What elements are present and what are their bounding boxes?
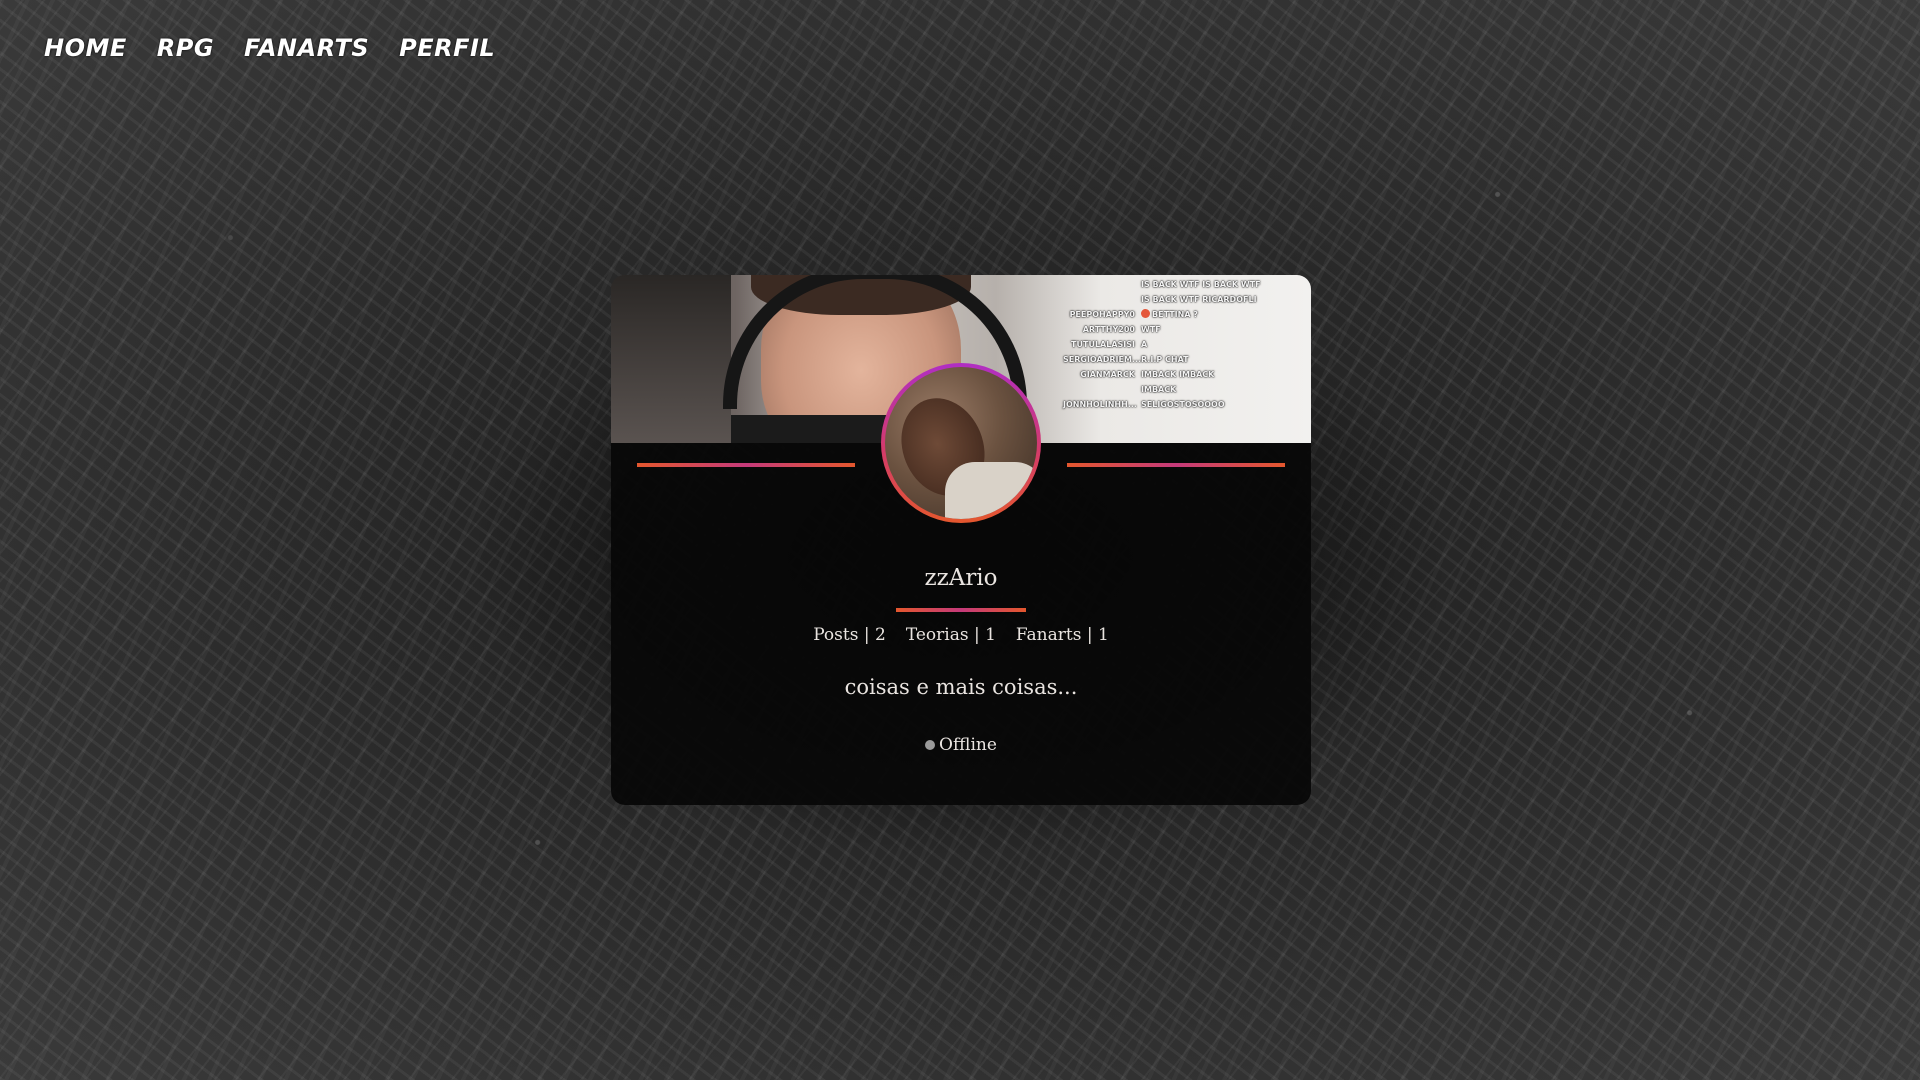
chat-line: PEEPOHAPPY0 BETTINA ? (1069, 309, 1198, 319)
avatar-ring (881, 363, 1041, 523)
profile-stats: Posts | 2 Teorias | 1 Fanarts | 1 (611, 625, 1311, 645)
chat-line: ARTTHY200 WTF (1082, 325, 1161, 334)
banner-chair (611, 275, 731, 443)
top-nav: HOME RPG FANARTS PERFIL (44, 34, 495, 62)
stat-teorias: Teorias | 1 (905, 625, 996, 645)
chat-line: SERGIOADRIEM... R.I.P CHAT (1063, 355, 1189, 364)
nav-rpg-link[interactable]: RPG (157, 34, 214, 62)
nav-perfil-link[interactable]: PERFIL (399, 34, 495, 62)
banner-chat-overlay: IS BACK WTF IS BACK WTF IS BACK WTF RICA… (1063, 277, 1303, 412)
right-divider-line (1067, 463, 1285, 467)
profile-username: zzArio (924, 565, 998, 591)
username-underline (896, 608, 1026, 612)
chat-line: TUTULALASISI A (1071, 340, 1148, 349)
profile-bio: coisas e mais coisas... (844, 675, 1078, 699)
nav-home-link[interactable]: HOME (44, 34, 127, 62)
emote-icon (1141, 309, 1150, 318)
stat-posts: Posts | 2 (813, 625, 886, 645)
chat-line: IS BACK WTF IS BACK WTF (1141, 280, 1261, 289)
profile-card: IS BACK WTF IS BACK WTF IS BACK WTF RICA… (611, 275, 1311, 805)
status-label: Offline (939, 735, 997, 755)
chat-line: GIANMARCK IMBACK IMBACK (1080, 370, 1215, 379)
chat-line: IS BACK WTF RICARDOFLI (1141, 295, 1257, 304)
chat-line: IMBACK (1141, 385, 1177, 394)
left-divider-line (637, 463, 855, 467)
stat-fanarts: Fanarts | 1 (1015, 625, 1109, 645)
status-badge: Offline (611, 735, 1311, 755)
chat-line: JONNHOLINHH... SELIGOSTOSOOOO (1063, 400, 1225, 409)
status-dot-icon (925, 740, 936, 750)
nav-fanarts-link[interactable]: FANARTS (244, 34, 369, 62)
avatar (885, 367, 1037, 519)
avatar-shirt (945, 462, 1037, 519)
